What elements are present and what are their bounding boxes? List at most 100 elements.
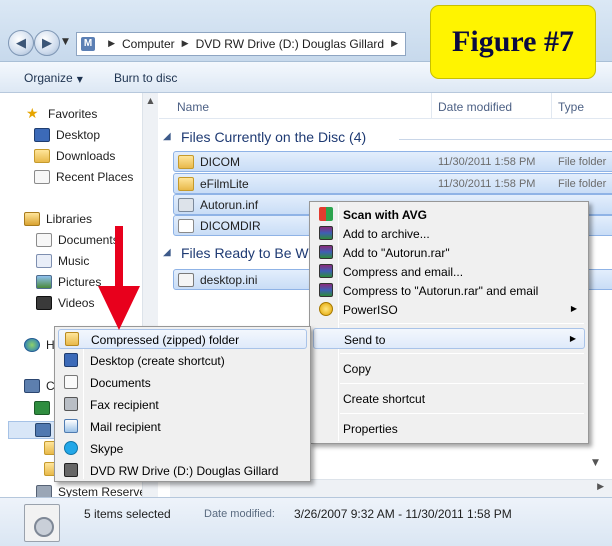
details-pane: 5 items selected Date modified: 3/26/200… [0,497,612,546]
file-name: Autorun.inf [200,198,259,212]
file-row[interactable]: DICOM 11/30/2011 1:58 PM File folder [173,151,612,172]
menu-separator [340,413,584,414]
scroll-up-arrow-icon[interactable]: ▲ [143,93,158,109]
back-arrow-icon: ◀ [16,35,26,51]
organize-button[interactable]: Organize ▼ [24,71,83,85]
column-divider[interactable] [551,93,552,119]
column-header-name[interactable]: Name [177,100,209,114]
menu-item-poweriso[interactable]: PowerISO ▶ [313,300,585,319]
menu-item-label: Copy [343,362,372,376]
breadcrumb-dvd-drive[interactable]: DVD RW Drive (D:) Douglas Gillard [196,37,384,51]
libraries-icon [24,212,40,226]
menu-item-compress-email[interactable]: Compress and email... [313,262,585,281]
breadcrumb-separator-icon[interactable]: ▶ [391,39,398,49]
recent-pages-dropdown-icon[interactable]: ▼ [62,37,69,47]
poweriso-icon [319,302,333,316]
drive-icon [34,401,50,415]
group-header-ready[interactable]: Files Ready to Be W [181,245,309,261]
ini-file-icon [178,273,194,287]
nav-downloads[interactable]: Downloads [34,149,115,163]
submenu-arrow-icon: ▶ [569,334,576,343]
breadcrumb-separator-icon[interactable]: ▶ [182,39,189,49]
send-to-dvd-drive[interactable]: DVD RW Drive (D:) Douglas Gillard [58,461,307,481]
send-to-skype[interactable]: Skype [58,439,307,459]
file-name: eFilmLite [200,177,249,191]
nav-favorites[interactable]: ★ Favorites [26,107,97,121]
videos-icon [36,296,52,310]
menu-item-label: Desktop (create shortcut) [90,354,225,368]
column-divider[interactable] [431,93,432,119]
mail-icon [64,419,78,433]
file-row[interactable]: eFilmLite 11/30/2011 1:58 PM File folder [173,173,612,194]
menu-item-label: Scan with AVG [343,208,428,222]
breadcrumb-computer[interactable]: Computer [122,37,175,51]
computer-icon [24,379,40,393]
nav-music[interactable]: Music [36,254,89,268]
nav-videos-label: Videos [58,296,95,310]
nav-computer[interactable]: C [24,379,55,393]
nav-libraries[interactable]: Libraries [24,212,92,226]
breadcrumb-separator-icon[interactable]: ▶ [108,39,115,49]
avg-icon [319,207,333,221]
send-to-compressed-folder[interactable]: Compressed (zipped) folder [58,329,307,349]
desktop-icon [34,128,50,142]
group-header-on-disc[interactable]: Files Currently on the Disc (4) [181,129,366,145]
menu-item-label: PowerISO [343,303,398,317]
nav-pictures-label: Pictures [58,275,102,289]
nav-desktop[interactable]: Desktop [34,128,100,142]
address-bar[interactable]: M ▶ Computer ▶ DVD RW Drive (D:) Douglas… [76,32,406,56]
menu-item-send-to[interactable]: Send to ▶ [313,328,585,349]
menu-item-label: Mail recipient [90,420,161,434]
file-date: 11/30/2011 1:58 PM [438,178,536,190]
winrar-icon [319,264,333,278]
pictures-icon [36,275,52,289]
figure-label: Figure #7 [430,5,596,79]
group-divider [399,139,612,140]
forward-button[interactable]: ▶ [34,30,60,56]
menu-separator [340,323,584,324]
collapse-chevron-icon[interactable]: ◢ [163,247,171,258]
folder-icon [178,155,194,169]
folder-icon [178,177,194,191]
submenu-arrow-icon: ▶ [570,304,577,313]
menu-item-compress-rar-email[interactable]: Compress to "Autorun.rar" and email [313,281,585,300]
menu-item-label: Compress to "Autorun.rar" and email [343,284,539,298]
nav-recent-places-label: Recent Places [56,170,134,184]
scroll-right-arrow-icon[interactable]: ▶ [597,482,604,492]
nav-pictures[interactable]: Pictures [36,275,101,289]
column-header-type[interactable]: Type [558,100,584,114]
menu-item-label: Fax recipient [90,398,159,412]
menu-item-create-shortcut[interactable]: Create shortcut [313,389,585,408]
menu-item-add-rar[interactable]: Add to "Autorun.rar" [313,243,585,262]
scroll-down-arrow-icon[interactable]: ▼ [592,458,599,468]
menu-separator [340,353,584,354]
menu-item-add-archive[interactable]: Add to archive... [313,224,585,243]
documents-icon [64,375,78,389]
column-header-date[interactable]: Date modified [438,100,512,114]
back-button[interactable]: ◀ [8,30,34,56]
star-icon: ★ [26,106,39,122]
menu-item-label: Send to [344,333,386,347]
desktop-icon [64,353,78,367]
annotation-arrow-icon [98,226,140,330]
send-to-documents[interactable]: Documents [58,373,307,393]
documents-icon [36,233,52,247]
nav-drive-x[interactable] [34,401,56,415]
send-to-mail[interactable]: Mail recipient [58,417,307,437]
nav-recent-places[interactable]: Recent Places [34,170,133,184]
burn-to-disc-button[interactable]: Burn to disc [114,71,177,85]
send-to-fax[interactable]: Fax recipient [58,395,307,415]
menu-item-properties[interactable]: Properties [313,419,585,438]
music-icon [36,254,52,268]
collapse-chevron-icon[interactable]: ◢ [163,131,171,142]
computer-drive-icon: M [81,37,96,51]
menu-item-scan-avg[interactable]: Scan with AVG [313,205,585,224]
send-to-desktop[interactable]: Desktop (create shortcut) [58,351,307,371]
file-name: DICOM [200,155,240,169]
menu-item-copy[interactable]: Copy [313,359,585,378]
nav-videos[interactable]: Videos [36,296,94,310]
nav-homegroup[interactable]: H [24,338,55,352]
nav-favorites-label: Favorites [48,107,98,121]
winrar-icon [319,245,333,259]
winrar-icon [319,283,333,297]
